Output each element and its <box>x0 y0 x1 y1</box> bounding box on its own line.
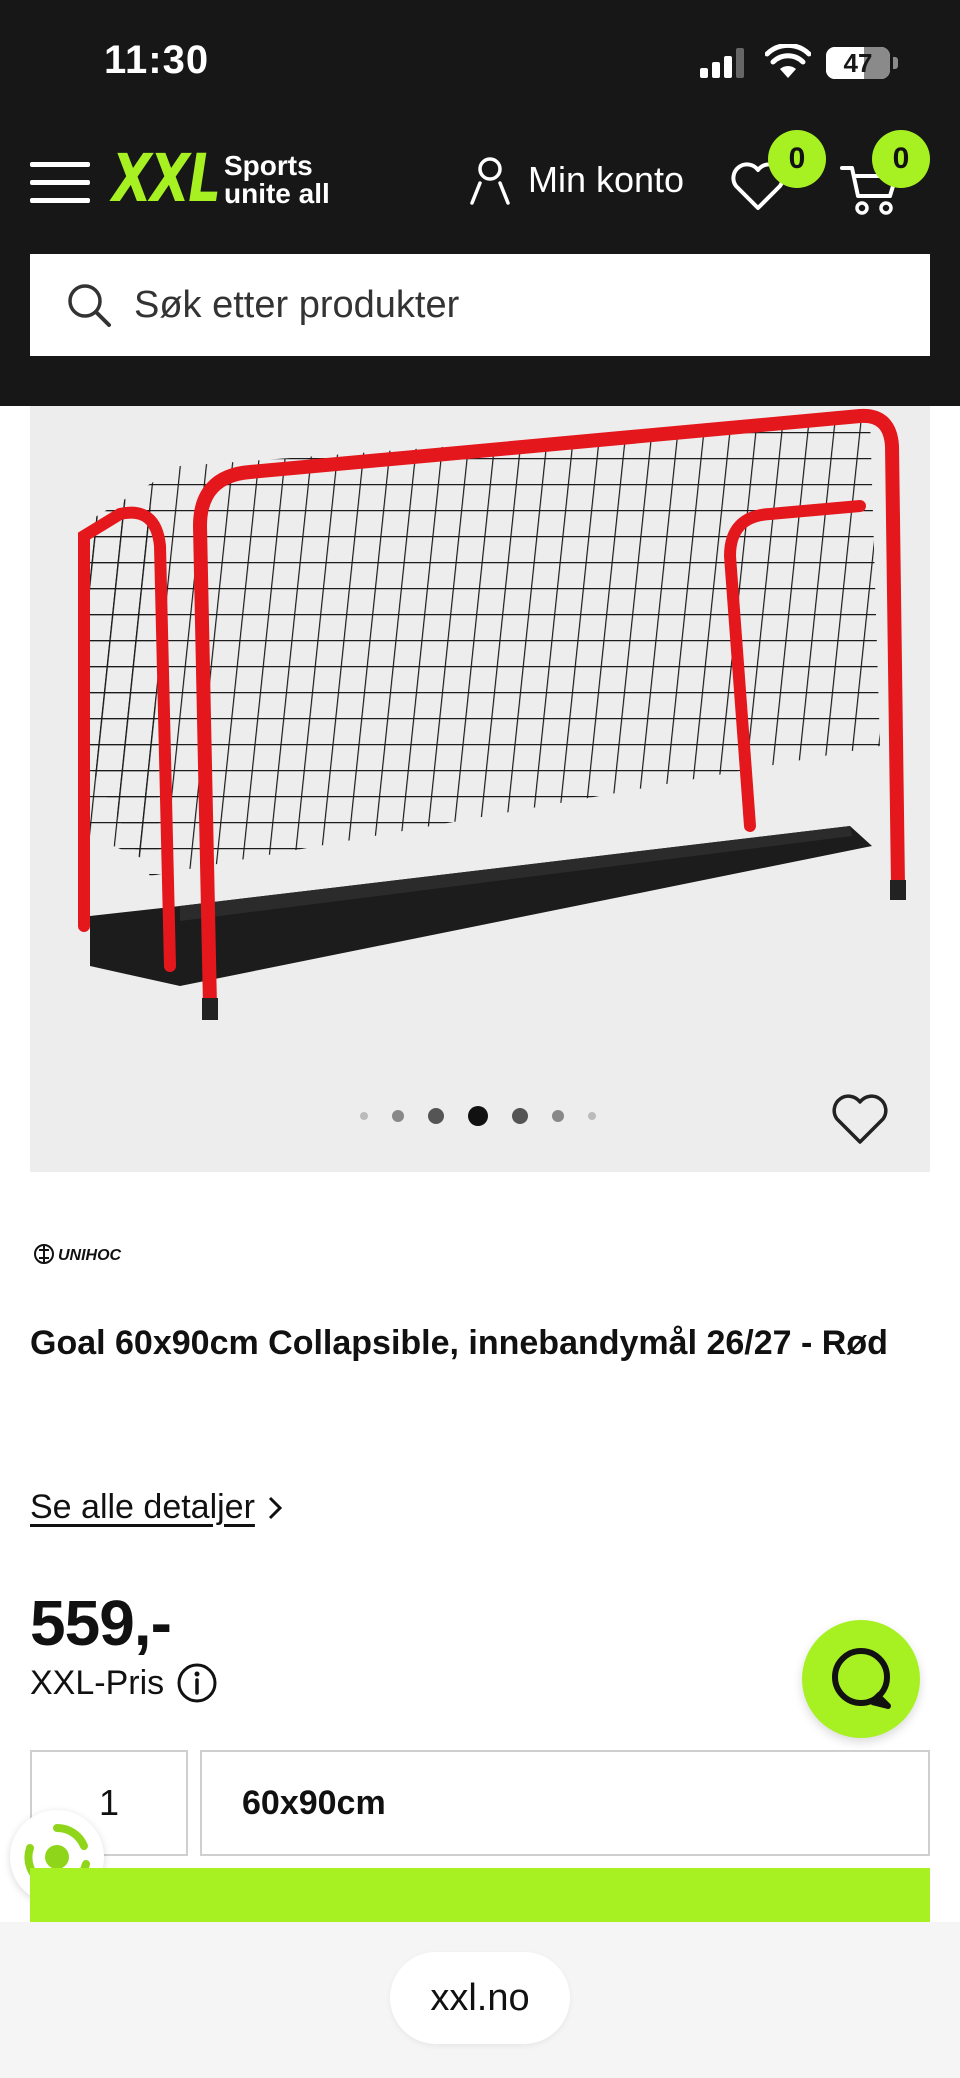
see-details-link[interactable]: Se alle detaljer <box>30 1488 285 1527</box>
gallery-dot[interactable] <box>392 1110 404 1122</box>
status-time: 11:30 <box>104 38 210 82</box>
search-input[interactable] <box>134 283 914 327</box>
product-image-gallery[interactable] <box>30 406 930 1172</box>
price-label: XXL-Pris <box>30 1663 165 1702</box>
gallery-dot-active[interactable] <box>468 1106 488 1126</box>
brand-name: UNIHOC <box>58 1247 122 1264</box>
user-icon <box>470 157 510 205</box>
menu-icon[interactable] <box>30 160 90 204</box>
battery-level: 47 <box>843 48 873 78</box>
gallery-dot[interactable] <box>360 1112 368 1120</box>
add-to-cart-button[interactable] <box>30 1868 930 1928</box>
wishlist-count-badge: 0 <box>768 130 826 188</box>
site-header: 11:30 47 XXL Sports unite all Min konto … <box>0 0 960 406</box>
chat-button[interactable] <box>802 1620 920 1738</box>
logo-tagline: Sports unite all <box>224 152 330 208</box>
tagline-line1: Sports <box>224 150 313 181</box>
wifi-icon <box>765 44 811 78</box>
logo-wordmark: XXL <box>112 140 221 217</box>
gallery-dot[interactable] <box>588 1112 596 1120</box>
search-icon <box>68 284 111 327</box>
browser-toolbar: xxl.no <box>0 1922 960 2078</box>
battery-cap <box>893 57 898 69</box>
favorite-heart-icon[interactable] <box>830 1090 890 1146</box>
cellular-signal-icon <box>700 48 748 78</box>
gallery-dot[interactable] <box>428 1108 444 1124</box>
account-label: Min konto <box>528 159 685 200</box>
search-bar[interactable] <box>30 254 930 356</box>
product-price: 559,- <box>30 1587 172 1659</box>
size-select[interactable]: 60x90cm <box>200 1750 930 1856</box>
chevron-right-icon <box>268 1496 283 1519</box>
gallery-dot[interactable] <box>552 1110 564 1122</box>
gallery-pagination[interactable] <box>360 1106 596 1126</box>
gallery-dot[interactable] <box>512 1108 528 1124</box>
details-link-label: Se alle detaljer <box>30 1488 255 1526</box>
url-bar[interactable]: xxl.no <box>390 1952 570 2044</box>
tagline-line2: unite all <box>224 178 330 209</box>
brand-logo[interactable]: UNIHOC <box>32 1240 162 1268</box>
price-label-row: XXL-Pris <box>30 1662 218 1704</box>
battery-icon: 47 <box>826 47 890 79</box>
cart-count-badge: 0 <box>872 130 930 188</box>
account-button[interactable]: Min konto <box>468 155 684 205</box>
product-image <box>78 408 906 1020</box>
product-title: Goal 60x90cm Collapsible, innebandymål 2… <box>30 1324 888 1362</box>
chat-bubble-icon <box>832 1648 891 1709</box>
unihoc-logo: UNIHOC <box>34 1244 122 1264</box>
info-icon[interactable] <box>176 1662 218 1704</box>
